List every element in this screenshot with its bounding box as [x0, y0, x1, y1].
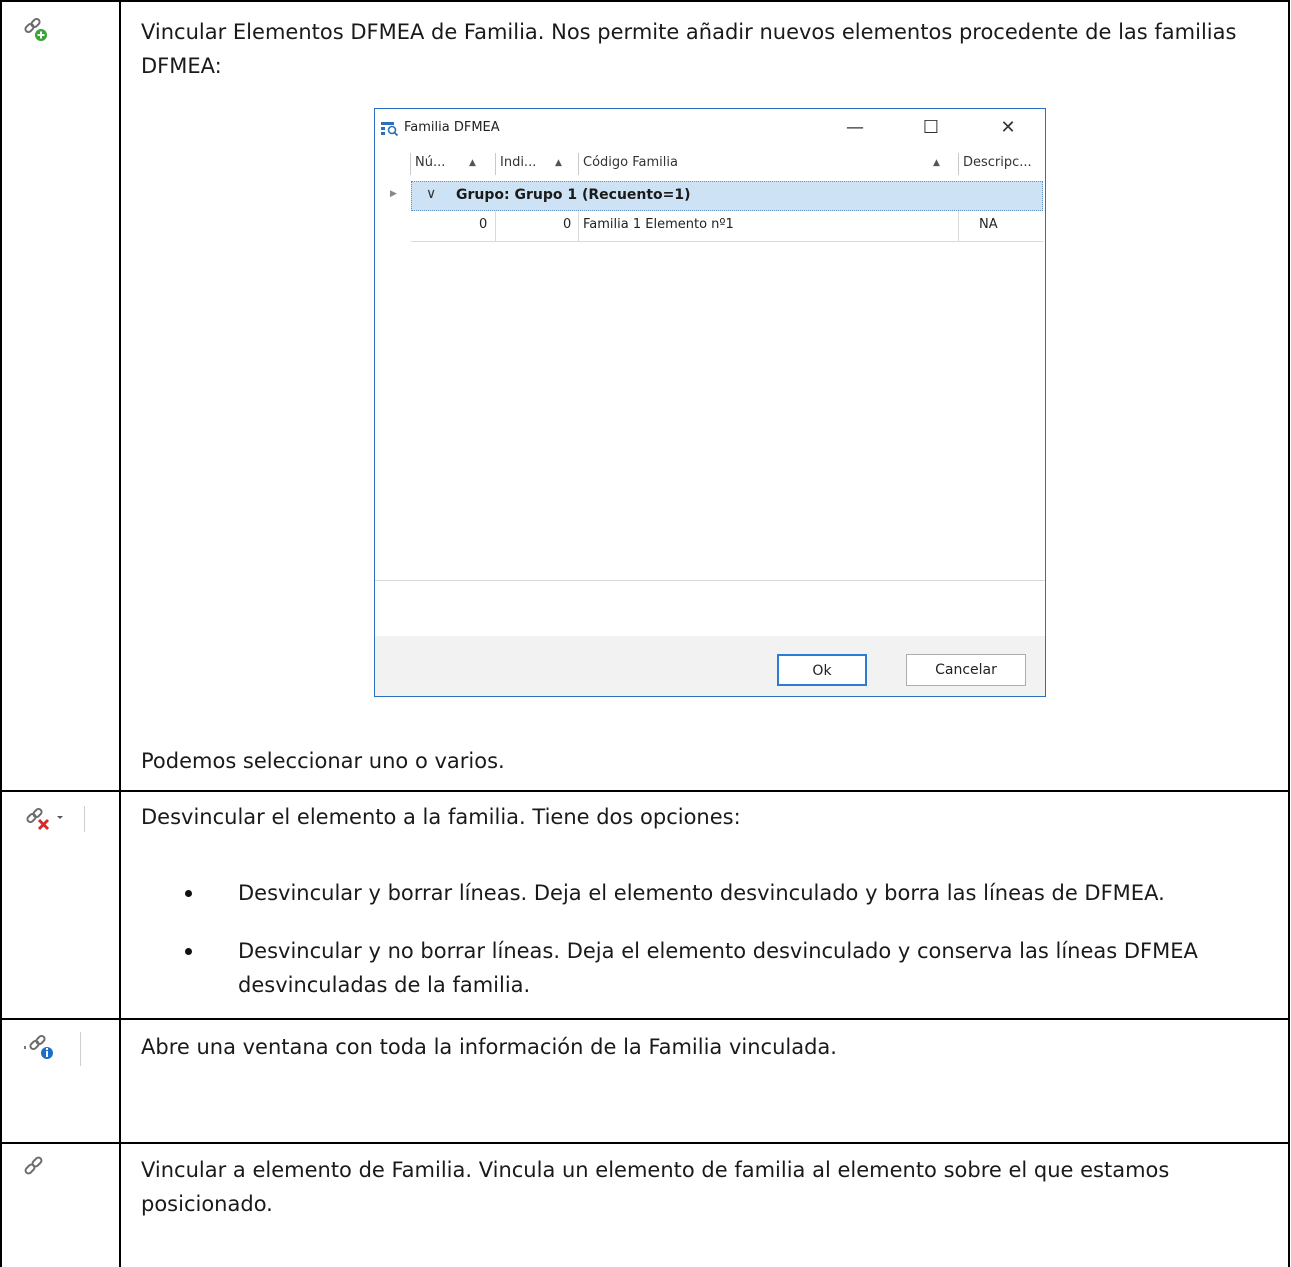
- chevron-down-icon[interactable]: ∨: [426, 186, 436, 202]
- table-row[interactable]: 0 0 Familia 1 Elemento nº1 NA: [411, 211, 1043, 242]
- row1-outro: Podemos seleccionar uno o varios.: [141, 749, 505, 773]
- row3-intro: Abre una ventana con toda la información…: [141, 1035, 837, 1059]
- link-add-icon: [24, 17, 47, 41]
- dialog-title: Familia DFMEA: [404, 120, 500, 135]
- table-row: Desvincular el elemento a la familia. Ti…: [0, 790, 1290, 1020]
- group-label: Grupo: Grupo 1 (Recuento=1): [456, 187, 691, 203]
- bullet-icon: [185, 890, 192, 897]
- dialog-footer: Ok Cancelar: [375, 636, 1045, 696]
- link-icon: [24, 1156, 43, 1175]
- cell-numero: 0: [479, 217, 488, 232]
- close-button[interactable]: ✕: [989, 115, 1027, 141]
- table-row: Vincular Elementos DFMEA de Familia. Nos…: [0, 0, 1290, 792]
- cell-codigo: Familia 1 Elemento nº1: [583, 217, 734, 232]
- table-row: Vincular a elemento de Familia. Vincula …: [0, 1142, 1290, 1267]
- row4-intro: Vincular a elemento de Familia. Vincula …: [141, 1158, 1170, 1216]
- table-row: Abre una ventana con toda la información…: [0, 1018, 1290, 1144]
- row1-intro: Vincular Elementos DFMEA de Familia. Nos…: [141, 20, 1237, 78]
- row2-intro: Desvincular el elemento a la familia. Ti…: [141, 805, 741, 829]
- familia-dfmea-dialog: Familia DFMEA — ☐ ✕ Nú... ▲ Indi... ▲ Có…: [374, 108, 1046, 697]
- minimize-button[interactable]: —: [836, 115, 874, 141]
- link-info-icon: [24, 1032, 81, 1066]
- sort-asc-icon[interactable]: ▲: [555, 158, 562, 168]
- maximize-button[interactable]: ☐: [912, 115, 950, 141]
- cell-indice: 0: [563, 217, 572, 232]
- column-header-indice[interactable]: Indi...: [500, 155, 536, 170]
- options-list: Desvincular y borrar líneas. Deja el ele…: [141, 876, 1281, 1002]
- sort-asc-icon[interactable]: ▲: [933, 158, 940, 168]
- column-header-numero[interactable]: Nú...: [415, 155, 445, 170]
- grid-search-icon: [381, 122, 399, 136]
- sort-asc-icon[interactable]: ▲: [469, 158, 476, 168]
- dialog-titlebar: Familia DFMEA — ☐ ✕: [375, 109, 1045, 147]
- document-table: Vincular Elementos DFMEA de Familia. Nos…: [0, 0, 1290, 1267]
- grid-header: Nú... ▲ Indi... ▲ Código Familia ▲ Descr…: [375, 147, 1045, 179]
- column-header-codigo[interactable]: Código Familia: [583, 155, 678, 170]
- ok-button[interactable]: Ok: [777, 654, 867, 686]
- link-remove-dropdown-icon: [26, 806, 85, 832]
- cell-descripcion: NA: [979, 217, 998, 232]
- list-item: Desvincular y borrar líneas. Deja el ele…: [141, 876, 1281, 910]
- cancel-button[interactable]: Cancelar: [906, 654, 1026, 686]
- group-row[interactable]: ∨ Grupo: Grupo 1 (Recuento=1): [411, 181, 1043, 211]
- list-item: Desvincular y no borrar líneas. Deja el …: [141, 934, 1238, 1002]
- bullet-icon: [185, 948, 192, 955]
- column-header-descripcion[interactable]: Descripc...: [963, 155, 1032, 170]
- row-indicator-icon: ▶: [390, 189, 397, 199]
